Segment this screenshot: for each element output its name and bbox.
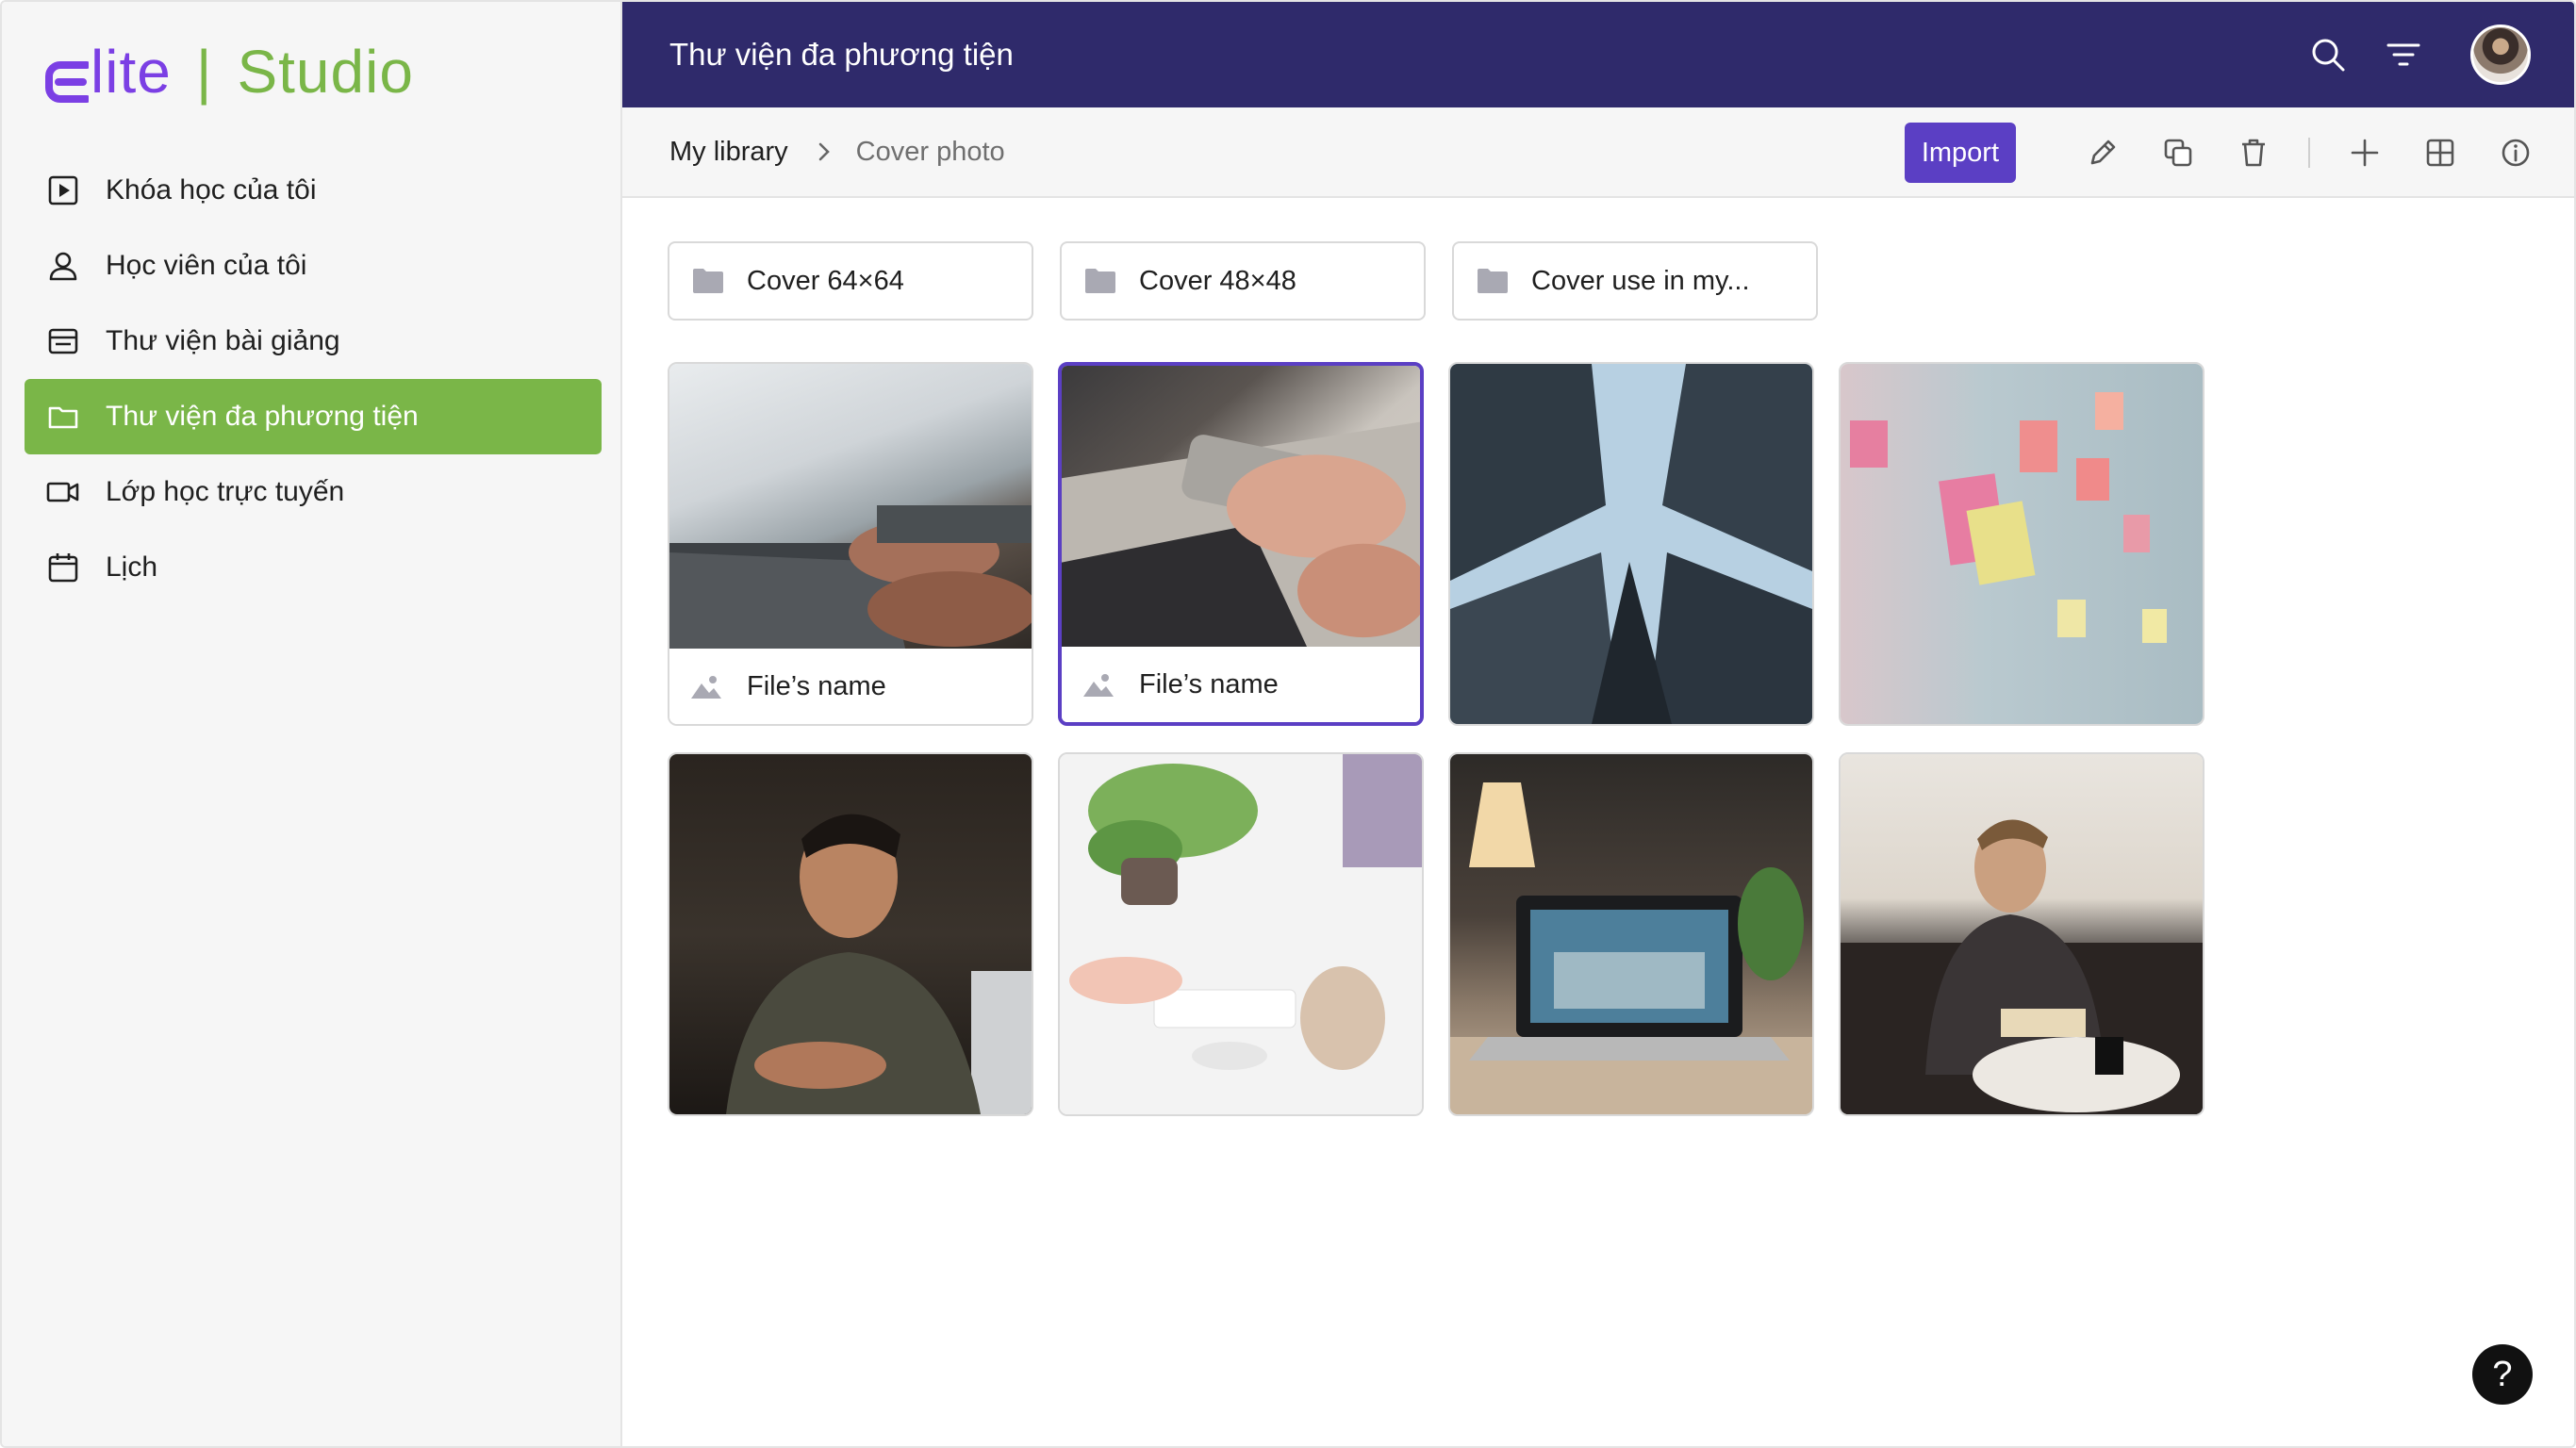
file-card[interactable] [1448, 752, 1814, 1116]
file-card[interactable]: File’s name [668, 362, 1033, 726]
file-card[interactable] [668, 752, 1033, 1116]
file-name: File’s name [747, 670, 886, 701]
help-button[interactable]: ? [2472, 1344, 2533, 1405]
sidebar-item-media-library[interactable]: Thư viện đa phương tiện [25, 379, 602, 454]
sidebar-item-my-courses[interactable]: Khóa học của tôi [25, 153, 602, 228]
folder-label: Cover 48×48 [1139, 265, 1296, 296]
toolbar-divider [2308, 138, 2310, 168]
logo-studio: Studio [237, 38, 414, 106]
logo[interactable]: lite | Studio [45, 34, 414, 109]
file-thumbnail [1841, 754, 2203, 1114]
search-icon[interactable] [2304, 31, 2352, 78]
filter-icon[interactable] [2380, 31, 2427, 78]
logo-separator: | [195, 38, 213, 106]
folder-icon [1085, 269, 1115, 293]
sidebar-item-label: Thư viện đa phương tiện [106, 401, 419, 432]
calendar-icon [45, 550, 81, 585]
video-camera-icon [45, 474, 81, 510]
sidebar-item-online-class[interactable]: Lớp học trực tuyến [25, 454, 602, 530]
file-name-bar: File’s name [1062, 647, 1420, 722]
file-card[interactable] [1839, 752, 2204, 1116]
media-content: Cover 64×64 Cover 48×48 Cover use in my.… [668, 241, 2204, 1116]
sidebar-item-label: Lớp học trực tuyến [106, 476, 345, 507]
duplicate-icon[interactable] [2157, 132, 2199, 173]
folder-icon [1478, 269, 1508, 293]
file-card[interactable] [1839, 362, 2204, 726]
file-thumbnail [1060, 754, 1422, 1114]
app-window: lite | Studio Khóa học của tôi Học viên … [0, 0, 2576, 1448]
file-name: File’s name [1139, 668, 1279, 699]
page-title: Thư viện đa phương tiện [669, 37, 1014, 72]
folder-item[interactable]: Cover use in my... [1452, 241, 1818, 321]
file-thumbnail [669, 754, 1032, 1114]
folder-item[interactable]: Cover 64×64 [668, 241, 1033, 321]
import-button[interactable]: Import [1904, 123, 2016, 183]
list-box-icon [45, 323, 81, 359]
file-card-selected[interactable]: File’s name [1058, 362, 1424, 726]
file-name-bar: File’s name [669, 649, 1032, 724]
image-icon [1083, 674, 1114, 697]
file-thumbnail [1062, 366, 1420, 647]
top-header: Thư viện đa phương tiện [622, 2, 2574, 107]
sidebar-item-label: Khóa học của tôi [106, 174, 317, 206]
avatar[interactable] [2470, 25, 2531, 85]
info-icon[interactable] [2495, 132, 2536, 173]
edit-pencil-icon[interactable] [2082, 132, 2123, 173]
grid-view-icon[interactable] [2419, 132, 2461, 173]
play-square-icon [45, 173, 81, 208]
chevron-right-icon [817, 140, 832, 163]
sidebar-item-my-students[interactable]: Học viên của tôi [25, 228, 602, 304]
file-thumbnail [1450, 364, 1812, 724]
file-card[interactable] [1058, 752, 1424, 1116]
header-actions [2276, 2, 2531, 107]
sidebar: lite | Studio Khóa học của tôi Học viên … [2, 2, 622, 1446]
folder-icon [693, 269, 723, 293]
file-card[interactable] [1448, 362, 1814, 726]
sidebar-item-label: Học viên của tôi [106, 250, 307, 281]
logo-text: lite [91, 38, 172, 106]
breadcrumb-toolbar: My library Cover photo Import [622, 107, 2574, 198]
sidebar-item-calendar[interactable]: Lịch [25, 530, 602, 605]
sidebar-nav: Khóa học của tôi Học viên của tôi Thư vi… [25, 153, 602, 605]
file-thumbnail [1450, 754, 1812, 1114]
sidebar-item-lecture-library[interactable]: Thư viện bài giảng [25, 304, 602, 379]
add-plus-icon[interactable] [2344, 132, 2386, 173]
logo-e-mark-icon [45, 49, 91, 103]
sidebar-item-label: Thư viện bài giảng [106, 325, 340, 356]
user-icon [45, 248, 81, 284]
folder-label: Cover 64×64 [747, 265, 904, 296]
folder-list: Cover 64×64 Cover 48×48 Cover use in my.… [668, 241, 1844, 321]
file-thumbnail [669, 364, 1032, 649]
trash-icon[interactable] [2233, 132, 2274, 173]
breadcrumb-root[interactable]: My library [669, 137, 788, 168]
sidebar-item-label: Lịch [106, 551, 158, 583]
breadcrumb-current: Cover photo [855, 136, 1005, 167]
folder-item[interactable]: Cover 48×48 [1060, 241, 1426, 321]
toolbar-actions: Import [1904, 107, 2536, 198]
folder-icon [45, 399, 81, 435]
folder-label: Cover use in my... [1531, 265, 1750, 296]
image-icon [691, 676, 721, 699]
file-thumbnail [1841, 364, 2203, 724]
